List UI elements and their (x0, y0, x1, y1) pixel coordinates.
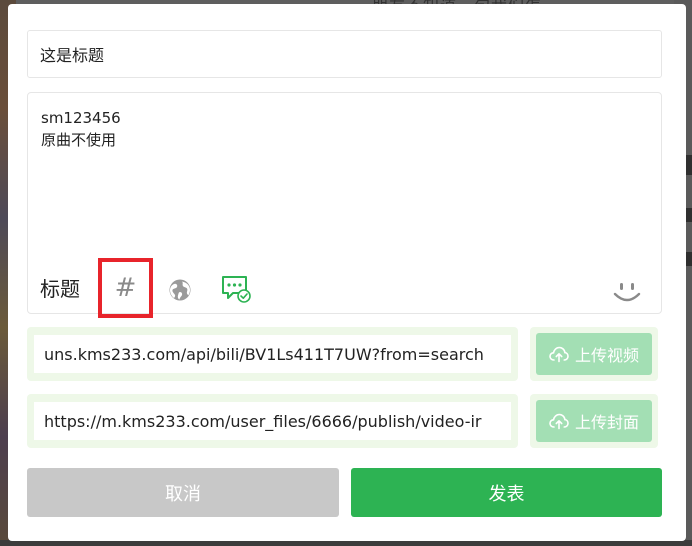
content-line: 原曲不使用 (41, 131, 117, 149)
smile-icon[interactable] (612, 278, 642, 306)
chat-check-icon[interactable] (221, 275, 251, 303)
video-url-row (27, 327, 518, 381)
publish-dialog: sm123456 原曲不使用 标题 # (8, 4, 686, 541)
toolbar-title-label[interactable]: 标题 (40, 273, 80, 302)
content-editor[interactable]: sm123456 原曲不使用 标题 # (27, 92, 662, 318)
cover-url-input[interactable] (34, 402, 511, 440)
hash-icon[interactable]: # (98, 258, 153, 318)
globe-icon[interactable] (168, 278, 192, 302)
upload-cover-wrapper: 上传封面 (530, 394, 658, 448)
content-text[interactable]: sm123456 原曲不使用 (41, 107, 121, 151)
upload-cover-label: 上传封面 (574, 413, 639, 432)
hash-symbol: # (114, 273, 137, 303)
upload-video-button[interactable]: 上传视频 (536, 333, 652, 375)
submit-button[interactable]: 发表 (351, 468, 662, 517)
cloud-upload-icon (549, 413, 569, 430)
upload-video-wrapper: 上传视频 (530, 327, 658, 381)
cancel-button[interactable]: 取消 (27, 468, 339, 517)
upload-cover-button[interactable]: 上传封面 (536, 400, 652, 442)
cover-url-row (27, 394, 518, 448)
content-line: sm123456 (41, 109, 121, 127)
upload-video-label: 上传视频 (574, 346, 639, 365)
cloud-upload-icon (549, 346, 569, 363)
video-url-input[interactable] (34, 335, 511, 373)
title-input[interactable] (27, 30, 662, 78)
